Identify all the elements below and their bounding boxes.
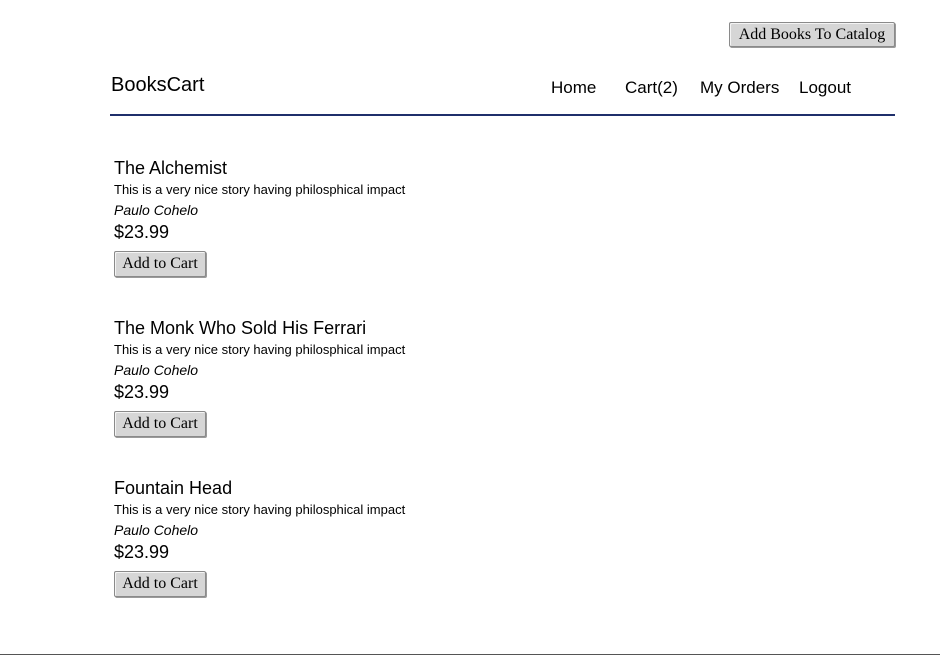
book-author: Paulo Cohelo	[114, 202, 199, 218]
add-to-cart-button[interactable]: Add to Cart	[114, 411, 206, 437]
book-card: The Alchemist This is a very nice story …	[114, 157, 514, 277]
book-title: The Alchemist	[114, 158, 228, 178]
nav-logout-link[interactable]: Logout	[799, 78, 851, 98]
book-author: Paulo Cohelo	[114, 362, 199, 378]
add-to-cart-button[interactable]: Add to Cart	[114, 571, 206, 597]
book-price: $23.99	[114, 542, 170, 562]
site-header: BooksCart Home Cart(2) My Orders Logout	[110, 60, 895, 116]
page: Add Books To Catalog BooksCart Home Cart…	[0, 0, 940, 657]
book-title: Fountain Head	[114, 478, 233, 498]
book-author: Paulo Cohelo	[114, 522, 199, 538]
add-books-to-catalog-button[interactable]: Add Books To Catalog	[729, 22, 895, 47]
book-price: $23.99	[114, 382, 170, 402]
nav-home-link[interactable]: Home	[551, 78, 596, 98]
book-card: The Monk Who Sold His Ferrari This is a …	[114, 317, 514, 437]
nav-my-orders-link[interactable]: My Orders	[700, 78, 779, 98]
main-nav: Home Cart(2) My Orders Logout	[110, 78, 895, 98]
book-card: Fountain Head This is a very nice story …	[114, 477, 514, 597]
bottom-divider	[0, 654, 940, 655]
book-title: The Monk Who Sold His Ferrari	[114, 318, 367, 338]
nav-cart-link[interactable]: Cart(2)	[625, 78, 678, 98]
book-description: This is a very nice story having philosp…	[114, 502, 406, 517]
book-description: This is a very nice story having philosp…	[114, 342, 406, 357]
add-to-cart-button[interactable]: Add to Cart	[114, 251, 206, 277]
book-price: $23.99	[114, 222, 170, 242]
book-description: This is a very nice story having philosp…	[114, 182, 406, 197]
